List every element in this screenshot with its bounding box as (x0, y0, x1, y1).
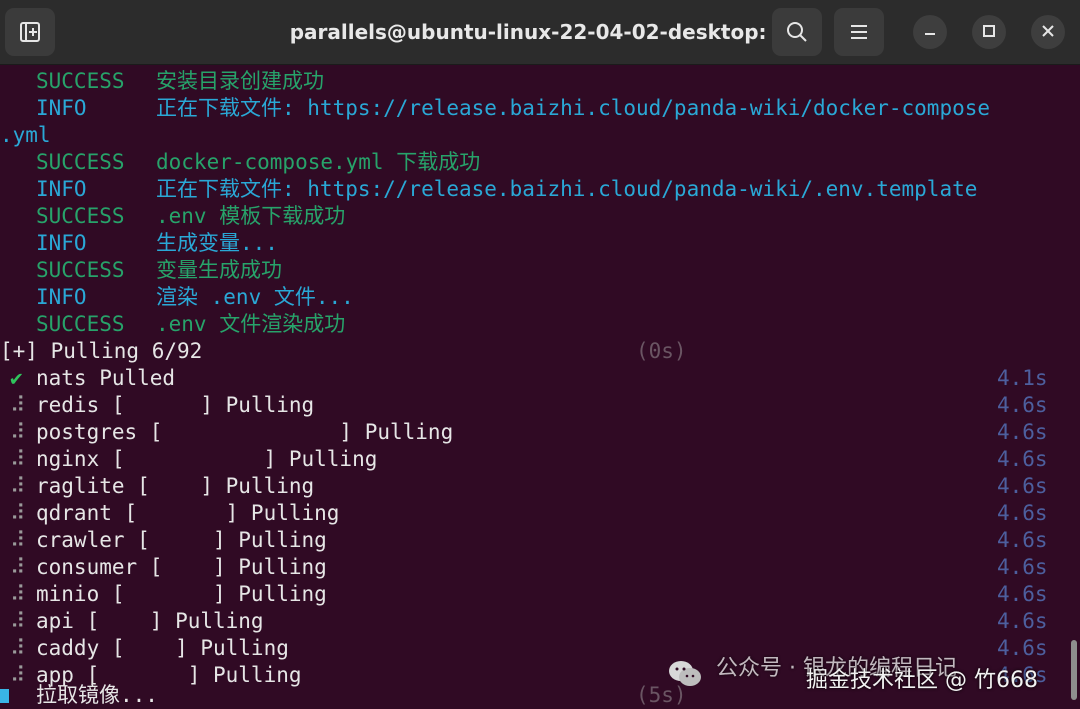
pull-item-text: nginx [ ] Pulling (36, 447, 378, 471)
pull-item-text: minio [ ] Pulling (36, 582, 327, 606)
log-level: SUCCESS (36, 204, 125, 228)
pull-item: ⠼ qdrant [ ] Pulling 4.6s (0, 500, 1066, 527)
pull-item-text: crawler [ ] Pulling (36, 528, 327, 552)
log-message: 安装目录创建成功 (156, 69, 324, 93)
pull-item: ⠼ nginx [ ] Pulling 4.6s (0, 446, 1066, 473)
pull-item-text: caddy [ ] Pulling (36, 636, 289, 660)
log-message: .env 文件渲染成功 (156, 312, 346, 336)
wechat-logo-icon (668, 660, 702, 688)
watermark: 公众号 · 银龙的编程日记 掘金技术社区 @ 竹668 (668, 650, 1068, 698)
title-bar: parallels@ubuntu-linux-22-04-02-desktop:… (0, 0, 1080, 65)
log-level: SUCCESS (36, 150, 125, 174)
log-level: SUCCESS (36, 258, 125, 282)
pull-item: ⠼ redis [ ] Pulling 4.6s (0, 392, 1066, 419)
spinner-icon: ⠼ (10, 528, 26, 552)
log-message: .yml (0, 123, 51, 147)
pull-item-text: postgres [ ] Pulling (36, 420, 454, 444)
pull-item: ⠼ raglite [ ] Pulling 4.6s (0, 473, 1066, 500)
log-message: .env 模板下载成功 (156, 204, 346, 228)
log-line: SUCCESS .env 文件渲染成功 (0, 311, 345, 338)
log-line: INFO 生成变量... (0, 230, 278, 257)
search-button[interactable] (772, 8, 822, 56)
watermark-line2: 掘金技术社区 @ 竹668 (806, 668, 1038, 693)
log-line: .yml (0, 122, 51, 149)
maximize-button[interactable] (972, 15, 1006, 49)
pull-item: ⠼ minio [ ] Pulling 4.6s (0, 581, 1066, 608)
close-icon (1041, 23, 1055, 42)
log-message: 正在下载文件: https://release.baizhi.cloud/pan… (156, 177, 978, 201)
spinner-icon: ⠼ (10, 393, 26, 417)
pull-item-text: qdrant [ ] Pulling (36, 501, 340, 525)
new-tab-button[interactable] (5, 8, 55, 56)
spinner-icon: ⠼ (10, 420, 26, 444)
log-level: SUCCESS (36, 69, 125, 93)
pull-item: ⠼ crawler [ ] Pulling 4.6s (0, 527, 1066, 554)
log-level: INFO (36, 285, 87, 309)
log-line: SUCCESS docker-compose.yml 下载成功 (0, 149, 480, 176)
log-level: INFO (36, 231, 87, 255)
log-message: docker-compose.yml 下载成功 (156, 150, 481, 174)
new-tab-icon (19, 21, 41, 43)
log-line: SUCCESS .env 模板下载成功 (0, 203, 345, 230)
pull-item: ⠼ postgres [ ] Pulling 4.6s (0, 419, 1066, 446)
minimize-icon (923, 23, 937, 42)
pull-item-time: 4.1s (997, 366, 1048, 390)
spinner-icon: ⠼ (10, 447, 26, 471)
pull-item-time: 4.6s (997, 474, 1048, 498)
maximize-icon (982, 23, 996, 42)
log-line: INFO 正在下载文件: https://release.baizhi.clou… (0, 95, 990, 122)
pull-item-time: 4.6s (997, 582, 1048, 606)
pull-item-text: raglite [ ] Pulling (36, 474, 315, 498)
menu-button[interactable] (834, 8, 884, 56)
pull-item-text: consumer [ ] Pulling (36, 555, 327, 579)
pull-item: ⠼ consumer [ ] Pulling 4.6s (0, 554, 1066, 581)
check-icon: ✔ (10, 366, 23, 390)
pull-item: ⠼ api [ ] Pulling 4.6s (0, 608, 1066, 635)
spinner-icon: ⠼ (10, 609, 26, 633)
spinner-icon: ⠼ (10, 582, 26, 606)
search-icon (786, 21, 808, 43)
close-button[interactable] (1031, 15, 1065, 49)
pull-item-time: 4.6s (997, 555, 1048, 579)
pull-item-text: redis [ ] Pulling (36, 393, 315, 417)
log-message: 生成变量... (156, 231, 278, 255)
pull-item-time: 4.6s (997, 609, 1048, 633)
spinner-icon: ⠼ (10, 501, 26, 525)
log-level: SUCCESS (36, 312, 125, 336)
pull-item-time: 4.6s (997, 528, 1048, 552)
pull-item: ✔ nats Pulled 4.1s (0, 365, 1066, 392)
pull-item-text: nats Pulled (36, 366, 176, 390)
log-line: INFO 正在下载文件: https://release.baizhi.clou… (0, 176, 977, 203)
spinner-icon: ⠼ (10, 636, 26, 660)
pull-item-time: 4.6s (997, 447, 1048, 471)
log-level: INFO (36, 96, 87, 120)
terminal-output[interactable]: SUCCESS 安装目录创建成功 INFO 正在下载文件: https://re… (0, 68, 1066, 709)
spinner-icon: ⠼ (10, 474, 26, 498)
pull-footer-text: 拉取镜像... (36, 683, 158, 707)
hamburger-menu-icon (849, 23, 869, 41)
pull-header-text: [+] Pulling 6/92 (0, 339, 203, 363)
log-message: 渲染 .env 文件... (156, 285, 354, 309)
spinner-icon: ⠼ (10, 555, 26, 579)
log-level: INFO (36, 177, 87, 201)
pull-item-time: 4.6s (997, 420, 1048, 444)
pull-item-time: 4.6s (997, 501, 1048, 525)
log-line: SUCCESS 变量生成成功 (0, 257, 282, 284)
minimize-button[interactable] (913, 15, 947, 49)
log-line: INFO 渲染 .env 文件... (0, 284, 354, 311)
pull-header-time: (0s) (636, 339, 687, 363)
progress-cursor-icon (0, 689, 9, 703)
pull-header: [+] Pulling 6/92 (0s) (0, 338, 1066, 365)
log-message: 正在下载文件: https://release.baizhi.cloud/pan… (156, 96, 991, 120)
pull-item-time: 4.6s (997, 393, 1048, 417)
terminal-scrollbar[interactable] (1071, 640, 1077, 700)
log-message: 变量生成成功 (156, 258, 282, 282)
watermark-text: 公众号 · 银龙的编程日记 掘金技术社区 @ 竹668 (712, 650, 1062, 698)
log-line: SUCCESS 安装目录创建成功 (0, 68, 324, 95)
pull-item-text: api [ ] Pulling (36, 609, 264, 633)
